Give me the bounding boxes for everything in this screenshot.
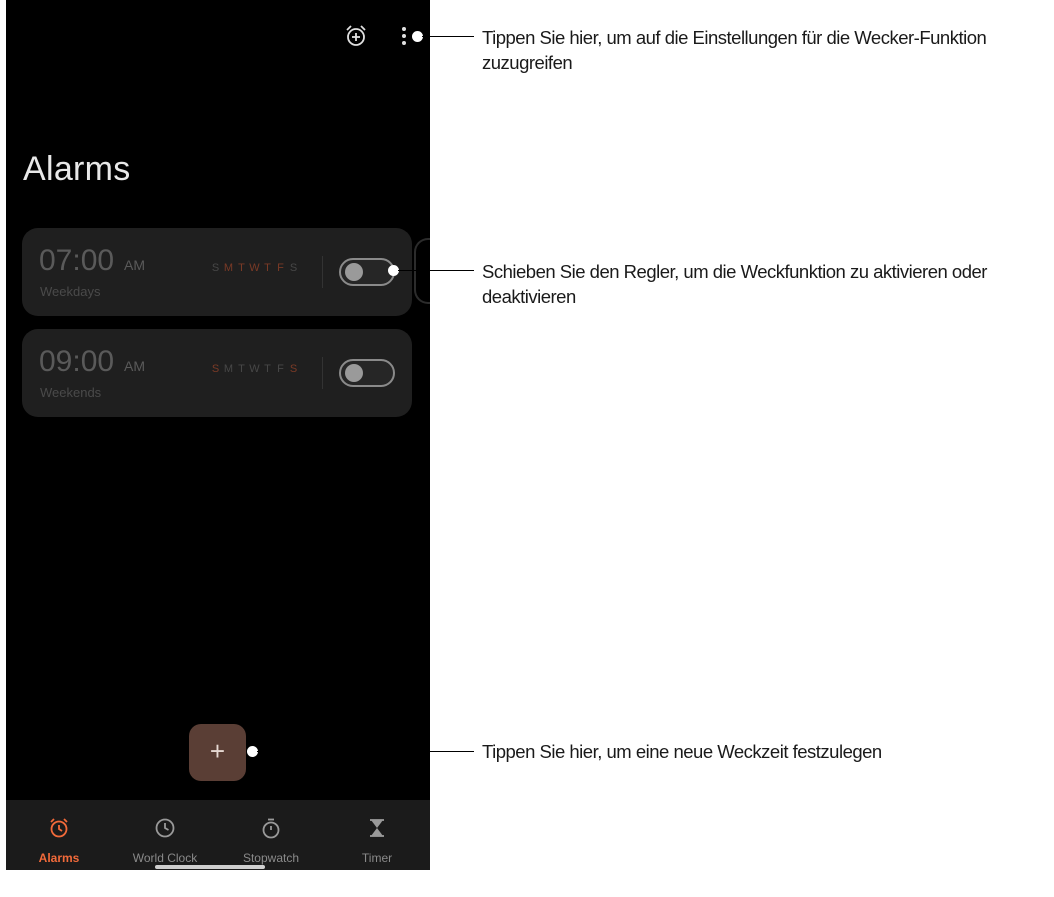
divider bbox=[322, 256, 323, 288]
day-letter: S bbox=[211, 363, 220, 375]
tab-alarms[interactable]: Alarms bbox=[6, 800, 112, 870]
callout-line bbox=[422, 36, 474, 37]
day-letter: T bbox=[238, 262, 245, 274]
tab-label: World Clock bbox=[132, 851, 198, 865]
add-alarm-button[interactable]: + bbox=[189, 724, 246, 781]
day-letter: W bbox=[249, 262, 260, 274]
callout-toggle: Schieben Sie den Regler, um die Weckfunk… bbox=[482, 261, 987, 307]
stopwatch-icon bbox=[262, 818, 280, 839]
day-letter: F bbox=[277, 262, 284, 274]
alarm-ampm: AM bbox=[124, 358, 145, 374]
alarm-clock-icon bbox=[50, 818, 68, 838]
day-letter: M bbox=[223, 262, 234, 274]
tab-stopwatch[interactable]: Stopwatch bbox=[218, 800, 324, 870]
add-alarm-icon[interactable] bbox=[342, 22, 370, 50]
alarm-time: 09:00 bbox=[39, 345, 115, 378]
day-letter: M bbox=[223, 363, 234, 375]
day-letter: T bbox=[264, 262, 271, 274]
alarm-label: Weekends bbox=[40, 385, 102, 400]
tab-world-clock[interactable]: World Clock bbox=[112, 800, 218, 870]
alarm-ampm: AM bbox=[124, 257, 145, 273]
alarm-card-2[interactable]: 09:00 AM Weekends SMTWTFS bbox=[22, 329, 412, 417]
phone-screen: Alarms 07:00 AM Weekdays SMTWTFS 09:00 A… bbox=[6, 0, 430, 870]
home-indicator bbox=[155, 865, 265, 869]
bottom-navigation: Alarms World Clock Stopwatch Timer bbox=[6, 800, 430, 870]
tab-label: Alarms bbox=[38, 851, 80, 865]
hourglass-icon bbox=[370, 819, 384, 837]
clock-icon bbox=[155, 818, 175, 838]
tab-label: Stopwatch bbox=[242, 851, 300, 865]
card-edge-peek bbox=[414, 238, 430, 304]
callout-line bbox=[257, 751, 474, 752]
alarm-days: SMTWTFS bbox=[209, 262, 300, 274]
tab-label: Timer bbox=[361, 851, 393, 865]
alarm-label: Weekdays bbox=[40, 284, 101, 299]
day-letter: F bbox=[277, 363, 284, 375]
day-letter: S bbox=[289, 363, 298, 375]
toggle-knob bbox=[345, 364, 363, 382]
callout-line bbox=[398, 270, 474, 271]
day-letter: T bbox=[238, 363, 245, 375]
alarm-days: SMTWTFS bbox=[209, 363, 300, 375]
day-letter: S bbox=[289, 262, 298, 274]
alarm-card-1[interactable]: 07:00 AM Weekdays SMTWTFS bbox=[22, 228, 412, 316]
tab-timer[interactable]: Timer bbox=[324, 800, 430, 870]
page-title: Alarms bbox=[23, 150, 131, 188]
day-letter: W bbox=[249, 363, 260, 375]
day-letter: S bbox=[211, 262, 220, 274]
alarm-time: 07:00 bbox=[39, 244, 115, 277]
alarm-toggle[interactable] bbox=[339, 258, 395, 286]
alarm-toggle[interactable] bbox=[339, 359, 395, 387]
callout-add: Tippen Sie hier, um eine neue Weckzeit f… bbox=[482, 741, 882, 762]
day-letter: T bbox=[264, 363, 271, 375]
divider bbox=[322, 357, 323, 389]
callout-settings: Tippen Sie hier, um auf die Einstellunge… bbox=[482, 27, 987, 73]
toggle-knob bbox=[345, 263, 363, 281]
